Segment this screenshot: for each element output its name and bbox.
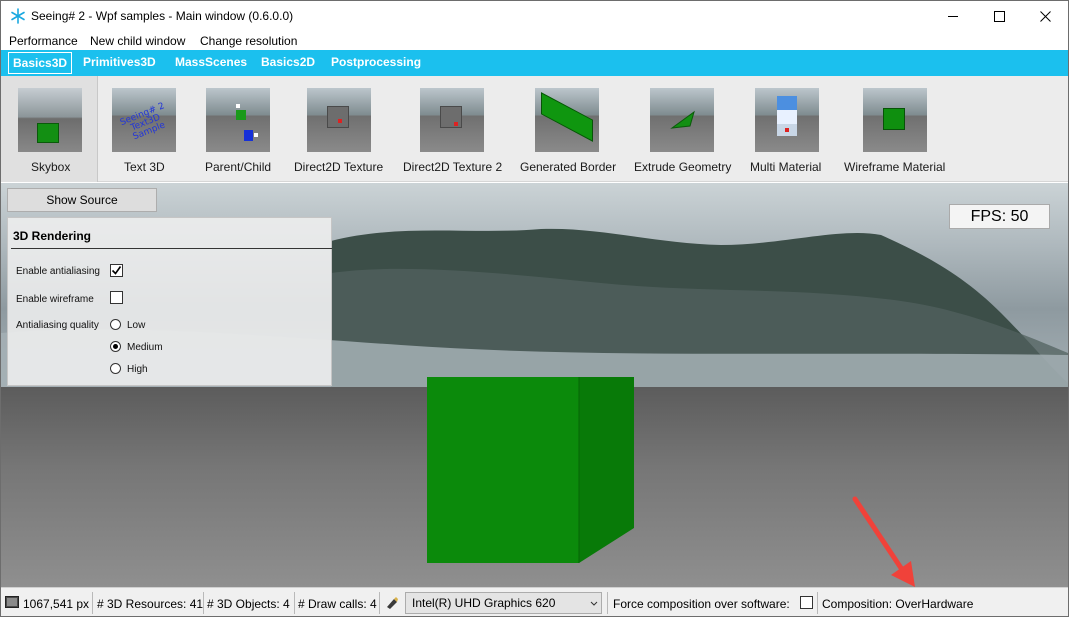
settings-divider xyxy=(11,248,332,249)
force-composition-checkbox[interactable] xyxy=(800,596,813,609)
tab-primitives3d[interactable]: Primitives3D xyxy=(79,52,160,74)
annotation-arrow xyxy=(852,496,915,587)
wireframe-material-thumbnail xyxy=(863,88,927,152)
sample-wireframe-material[interactable]: Wireframe Material xyxy=(833,76,958,182)
quality-medium-label: Medium xyxy=(127,342,163,353)
quality-low-label: Low xyxy=(127,320,146,331)
sample-direct2d-texture[interactable]: Direct2D Texture xyxy=(286,76,391,182)
app-snowflake-icon xyxy=(11,8,25,24)
text-3d-thumbnail: Seeing# 2 Text3D Sample xyxy=(112,88,176,152)
close-button[interactable] xyxy=(1022,1,1068,32)
sample-text-3d[interactable]: Seeing# 2 Text3D Sample Text 3D xyxy=(98,76,190,182)
maximize-button[interactable] xyxy=(976,1,1022,32)
draw-calls-count: # Draw calls: 4 xyxy=(298,597,377,611)
close-icon xyxy=(1040,11,1051,22)
extrude-geometry-thumbnail xyxy=(650,88,714,152)
sample-direct2d-texture-2[interactable]: Direct2D Texture 2 xyxy=(391,76,509,182)
force-composition-label: Force composition over software: xyxy=(613,597,790,611)
antialiasing-quality-label: Antialiasing quality xyxy=(16,320,99,331)
category-tab-bar: Basics3D Primitives3D MassScenes Basics2… xyxy=(1,50,1068,76)
sample-label: Direct2D Texture 2 xyxy=(403,160,503,174)
thumbnail-3d-text: Seeing# 2 Text3D Sample xyxy=(118,101,167,143)
window-title: Seeing# 2 - Wpf samples - Main window (0… xyxy=(31,9,294,23)
direct2d-texture-thumbnail xyxy=(307,88,371,152)
menu-performance[interactable]: Performance xyxy=(9,34,78,48)
sample-generated-border[interactable]: Generated Border xyxy=(509,76,627,182)
status-bar: 1067,541 px # 3D Resources: 41 # 3D Obje… xyxy=(1,587,1068,616)
maximize-icon xyxy=(994,11,1005,22)
graphics-device-dropdown[interactable]: Intel(R) UHD Graphics 620 xyxy=(405,592,602,614)
parent-child-thumbnail xyxy=(206,88,270,152)
sample-label: Text 3D xyxy=(124,160,165,174)
sample-label: Parent/Child xyxy=(205,160,272,174)
sample-label: Skybox xyxy=(31,160,71,174)
status-separator xyxy=(294,592,295,614)
status-separator xyxy=(203,592,204,614)
sample-label: Generated Border xyxy=(520,160,617,174)
generated-border-thumbnail xyxy=(535,88,599,152)
resolution-readout: 1067,541 px xyxy=(23,597,90,611)
menu-bar: Performance New child window Change reso… xyxy=(1,32,1068,50)
sample-label: Extrude Geometry xyxy=(634,160,732,174)
objects-count: # 3D Objects: 4 xyxy=(207,597,290,611)
sample-parent-child[interactable]: Parent/Child xyxy=(190,76,286,182)
minimize-button[interactable] xyxy=(930,1,976,32)
tab-postprocessing[interactable]: Postprocessing xyxy=(327,52,425,74)
sample-label: Multi Material xyxy=(750,160,822,174)
chevron-down-icon xyxy=(590,601,598,606)
sample-strip: Skybox Seeing# 2 Text3D Sample Text 3D P… xyxy=(1,76,1068,182)
fps-counter: FPS: 50 xyxy=(949,204,1050,229)
show-source-button[interactable]: Show Source xyxy=(7,188,157,212)
sample-label: Direct2D Texture xyxy=(294,160,384,174)
graphics-device-value: Intel(R) UHD Graphics 620 xyxy=(412,596,556,610)
settings-title: 3D Rendering xyxy=(13,229,92,243)
tab-basics3d[interactable]: Basics3D xyxy=(8,52,73,74)
skybox-thumbnail xyxy=(18,88,82,152)
antialiasing-label: Enable antialiasing xyxy=(16,266,100,277)
green-cube xyxy=(427,377,634,563)
resolution-icon xyxy=(5,596,19,608)
direct2d-texture-2-thumbnail xyxy=(420,88,484,152)
antialiasing-checkbox[interactable] xyxy=(110,264,123,277)
sample-skybox[interactable]: Skybox xyxy=(1,76,98,182)
resources-count: # 3D Resources: 41 xyxy=(97,597,204,611)
main-window: Seeing# 2 - Wpf samples - Main window (0… xyxy=(0,0,1069,617)
quality-radio-high[interactable] xyxy=(110,363,121,374)
title-bar: Seeing# 2 - Wpf samples - Main window (0… xyxy=(1,1,1068,32)
menu-change-resolution[interactable]: Change resolution xyxy=(200,34,297,48)
checkmark-icon xyxy=(111,266,122,275)
composition-status: Composition: OverHardware xyxy=(822,597,974,611)
quality-high-label: High xyxy=(127,364,148,375)
status-separator xyxy=(607,592,608,614)
quality-radio-medium[interactable] xyxy=(110,341,121,352)
tab-massscenes[interactable]: MassScenes xyxy=(171,52,251,74)
sample-multi-material[interactable]: Multi Material xyxy=(741,76,833,182)
sample-extrude-geometry[interactable]: Extrude Geometry xyxy=(627,76,741,182)
graphics-card-icon xyxy=(387,597,398,609)
status-separator xyxy=(92,592,93,614)
tab-basics2d[interactable]: Basics2D xyxy=(257,52,319,74)
status-separator xyxy=(379,592,380,614)
wireframe-label: Enable wireframe xyxy=(16,294,94,305)
status-separator xyxy=(817,592,818,614)
render-viewport[interactable]: Show Source FPS: 50 3D Rendering Enable … xyxy=(1,183,1068,587)
quality-radio-low[interactable] xyxy=(110,319,121,330)
sample-label: Wireframe Material xyxy=(844,160,946,174)
menu-new-child-window[interactable]: New child window xyxy=(90,34,185,48)
minimize-icon xyxy=(948,16,958,17)
rendering-settings-panel: 3D Rendering Enable antialiasing Enable … xyxy=(7,217,332,386)
multi-material-thumbnail xyxy=(755,88,819,152)
wireframe-checkbox[interactable] xyxy=(110,291,123,304)
